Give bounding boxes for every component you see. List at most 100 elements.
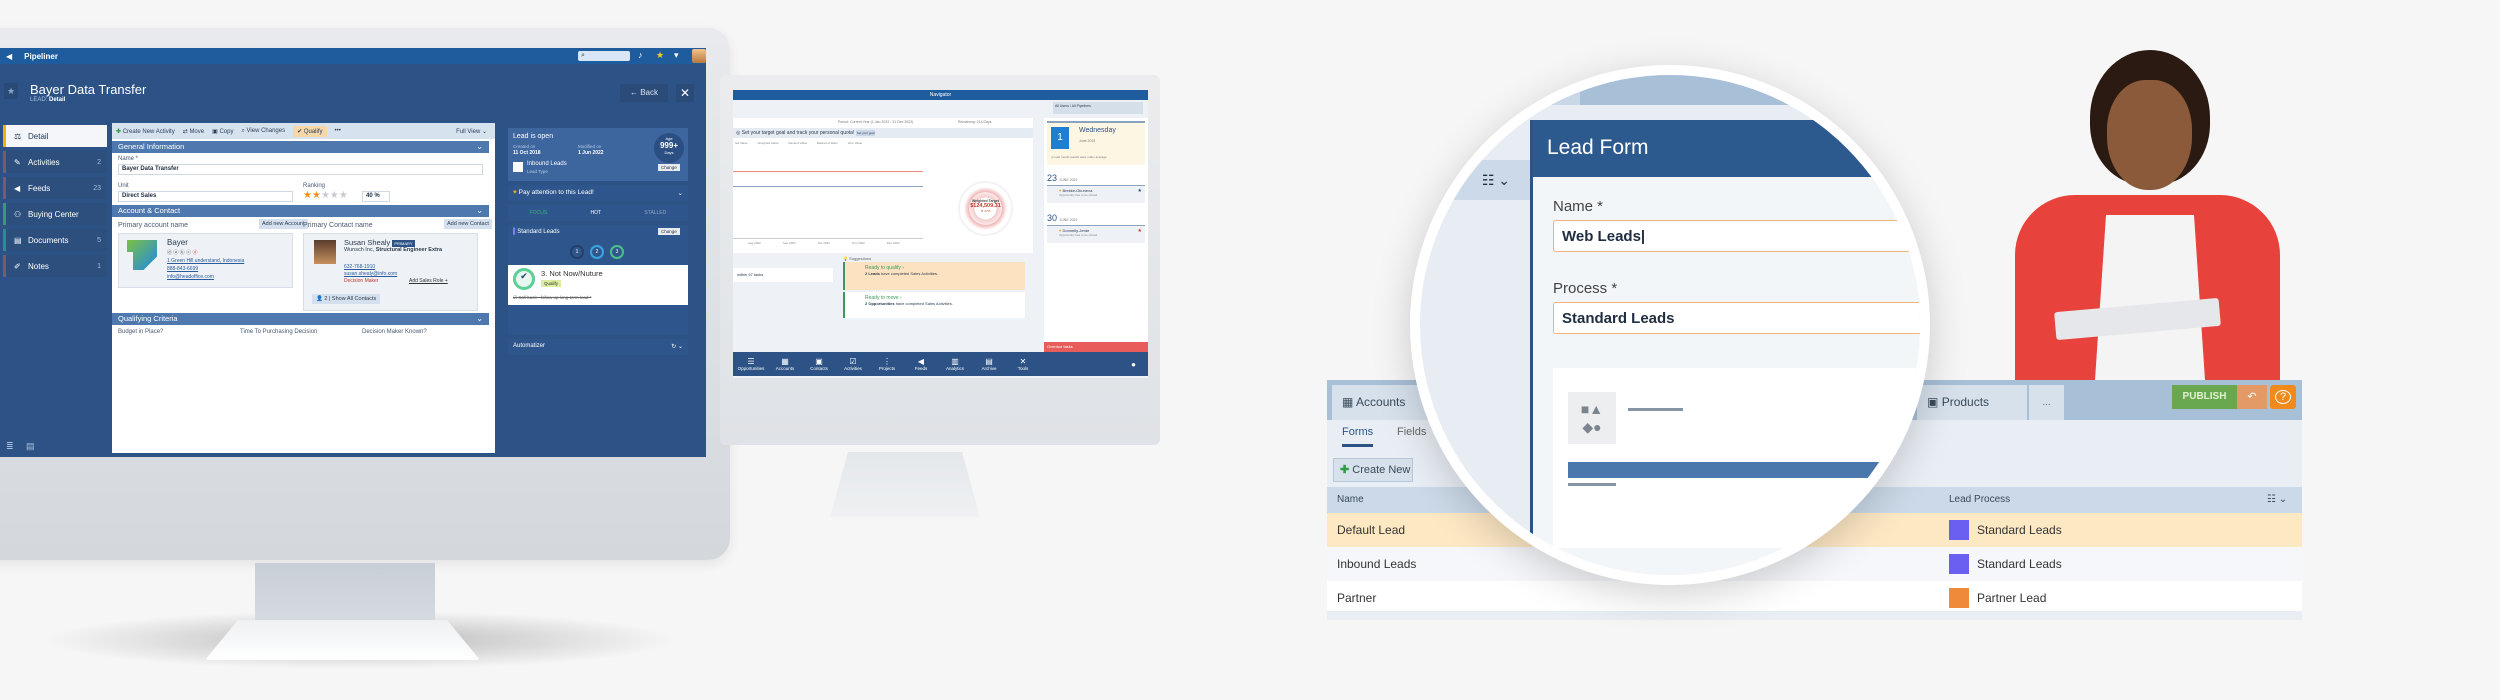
- nav-opportunities[interactable]: ☰ Opportunities: [738, 357, 765, 371]
- account-name[interactable]: Bayer: [167, 238, 188, 247]
- table-row[interactable]: Partner Partner Lead: [1327, 581, 2302, 611]
- nav-label: Feeds: [914, 366, 928, 371]
- nav-analytics[interactable]: ▥ Analytics: [943, 357, 967, 371]
- magnified-column-settings-icon[interactable]: ☷ ⌄: [1420, 160, 1530, 200]
- account-phone-link[interactable]: 888-843-6699: [167, 266, 198, 272]
- star-icon[interactable]: ★: [656, 50, 664, 61]
- contact-email-link[interactable]: susan.shealy@info.com: [344, 271, 397, 277]
- account-email-link[interactable]: info@headoffice.com: [167, 274, 214, 280]
- legend-item: Ranked Value: [788, 141, 807, 145]
- subtab-fields[interactable]: Fields: [1397, 426, 1426, 438]
- column-lead-process[interactable]: Lead Process: [1949, 487, 2010, 513]
- column-settings-icon[interactable]: ☷ ⌄: [2267, 487, 2287, 513]
- tab-label: Products: [1941, 395, 1990, 409]
- name-field[interactable]: Bayer Data Transfer: [118, 164, 483, 175]
- help-button[interactable]: ?: [2270, 385, 2296, 409]
- nav-archive[interactable]: ▤ Archive: [977, 357, 1001, 371]
- step-qualify-button[interactable]: Qualify: [541, 280, 562, 287]
- copy-button[interactable]: ▣ Copy: [212, 128, 233, 135]
- task-item[interactable]: ☑ Call back - follow up long term lead *: [513, 295, 591, 301]
- account-contact-header[interactable]: Account & Contact ⌄: [112, 205, 489, 217]
- nav-accounts[interactable]: ▦ Accounts: [773, 357, 797, 371]
- magnified-tab-more[interactable]: ...: [1535, 75, 1580, 105]
- navigator-title: Navigator: [929, 92, 952, 98]
- more-button[interactable]: •••: [335, 128, 341, 134]
- hot-flag[interactable]: HOT: [591, 210, 602, 216]
- feeds-icon: ◀: [917, 357, 925, 366]
- change-lead-type-button[interactable]: Change: [658, 164, 680, 171]
- qualifying-criteria-header[interactable]: Qualifying Criteria ⌄: [112, 313, 489, 325]
- graduation-icon[interactable]: ▾: [674, 50, 679, 61]
- list-view-icon[interactable]: ≣: [6, 441, 14, 452]
- nav-activities[interactable]: ☑ Activities: [841, 357, 865, 371]
- change-process-button[interactable]: Change: [658, 228, 680, 235]
- add-account-button[interactable]: Add new Account: [259, 219, 308, 229]
- today-weekday: Wednesday: [1079, 127, 1116, 134]
- automatizer-bar[interactable]: Automatizer ↻ ⌄: [508, 339, 688, 355]
- contact-name[interactable]: Susan Shealy: [344, 238, 390, 247]
- suggestion-ready-to-qualify[interactable]: Ready to qualify › 2 Leads have complete…: [843, 262, 1025, 290]
- sidebar-item-count: 2: [97, 158, 101, 166]
- move-label: Move: [189, 128, 205, 135]
- search-input[interactable]: ⌕: [578, 51, 630, 61]
- add-sales-role-link[interactable]: Add Sales Role +: [409, 278, 448, 284]
- subtab-forms[interactable]: Forms: [1342, 426, 1374, 447]
- monitor-1-screen: ◀ Pipeliner ⌕ ♪ ★ ▾ ★ Bayer Data Transfe…: [0, 48, 706, 457]
- attention-bar[interactable]: ♥ Pay attention to this Lead! ⌄: [508, 185, 688, 201]
- set-goal-button[interactable]: Set your goal: [855, 130, 876, 136]
- step-1[interactable]: 1: [570, 245, 584, 259]
- close-button[interactable]: ✕: [676, 84, 694, 102]
- favorite-star-button[interactable]: ★: [4, 83, 18, 99]
- ranking-stars[interactable]: ★★★★★: [303, 190, 348, 201]
- sidebar-item-feeds[interactable]: ◀ Feeds 23: [3, 177, 107, 199]
- nav-projects[interactable]: ⋮ Projects: [875, 357, 899, 371]
- tab-products[interactable]: ▣ Products: [1917, 385, 2027, 420]
- add-contact-button[interactable]: Add new Contact: [444, 219, 492, 229]
- suggestion-ready-to-move[interactable]: Ready to move › 2 Opportunities have com…: [843, 292, 1025, 318]
- users-filter[interactable]: All Users / All Pipelines: [1053, 102, 1143, 114]
- lead-form-name-input[interactable]: Web Leads|: [1553, 220, 1920, 252]
- lead-status-title: Lead is open: [513, 133, 554, 140]
- sidebar-item-notes[interactable]: ✐ Notes 1: [3, 255, 107, 277]
- step-2[interactable]: 2: [590, 245, 604, 259]
- user-avatar[interactable]: [692, 49, 706, 63]
- lead-form-process-select[interactable]: Standard Leads: [1553, 302, 1920, 334]
- overdue-tasks-bar[interactable]: Overdue tasks: [1044, 342, 1148, 352]
- undo-button[interactable]: ↶: [2237, 385, 2267, 409]
- column-name[interactable]: Name: [1337, 487, 1364, 513]
- publish-button[interactable]: PUBLISH: [2172, 385, 2237, 409]
- full-view-dropdown[interactable]: Full View ⌄: [456, 128, 495, 135]
- megaphone-icon[interactable]: ◀: [6, 52, 12, 61]
- account-address-link[interactable]: 1 Green Hill understand, Indonesia: [167, 258, 244, 264]
- bell-icon[interactable]: ♪: [638, 50, 643, 60]
- tasks-card[interactable]: within 97 tasks: [733, 268, 833, 282]
- contact-phone-link[interactable]: 632-768-1910: [344, 264, 375, 270]
- sidebar-item-buying-center[interactable]: ⚇ Buying Center: [3, 203, 107, 225]
- lightbulb-icon[interactable]: ●: [1131, 360, 1136, 369]
- notes-view-icon[interactable]: ▤: [26, 441, 35, 452]
- unit-select[interactable]: Direct Sales: [118, 191, 293, 202]
- tab-more[interactable]: ...: [2029, 385, 2064, 420]
- nav-feeds[interactable]: ◀ Feeds: [909, 357, 933, 371]
- focus-flag[interactable]: FOCUS: [530, 210, 548, 216]
- back-button[interactable]: ← Back: [620, 84, 668, 102]
- stalled-flag[interactable]: STALLED: [644, 210, 666, 216]
- sidebar-item-activities[interactable]: ✎ Activities 2: [3, 151, 107, 173]
- nav-contacts[interactable]: ▣ Contacts: [807, 357, 831, 371]
- placeholder-line: [1568, 483, 1616, 486]
- create-activity-button[interactable]: ✚ Create New Activity: [116, 128, 175, 135]
- calendar-entry[interactable]: ♥ Donnelly-Jerde Opportunity has to be cl…: [1047, 225, 1145, 243]
- sidebar-item-documents[interactable]: ▤ Documents 5: [3, 229, 107, 251]
- sidebar-item-detail[interactable]: ⚖ Detail: [3, 125, 107, 147]
- create-new-button[interactable]: ✚ Create New: [1333, 458, 1413, 482]
- show-all-contacts-button[interactable]: 👤 2 | Show All Contacts: [312, 294, 381, 304]
- ranking-percent-field[interactable]: 40 %: [362, 191, 390, 202]
- nav-tools[interactable]: ✕ Tools: [1011, 357, 1035, 371]
- view-changes-label: View Changes: [246, 127, 286, 134]
- qualify-button[interactable]: ✔ Qualify: [293, 125, 327, 137]
- view-changes-button[interactable]: ⌕ View Changes: [241, 128, 285, 135]
- calendar-entry[interactable]: ♥ Brekke-Okuneva Opportunity has to be cl…: [1047, 185, 1145, 203]
- general-information-header[interactable]: General Information ⌄: [112, 141, 489, 153]
- step-3[interactable]: 3: [610, 245, 624, 259]
- move-button[interactable]: ⇄ Move: [183, 128, 204, 135]
